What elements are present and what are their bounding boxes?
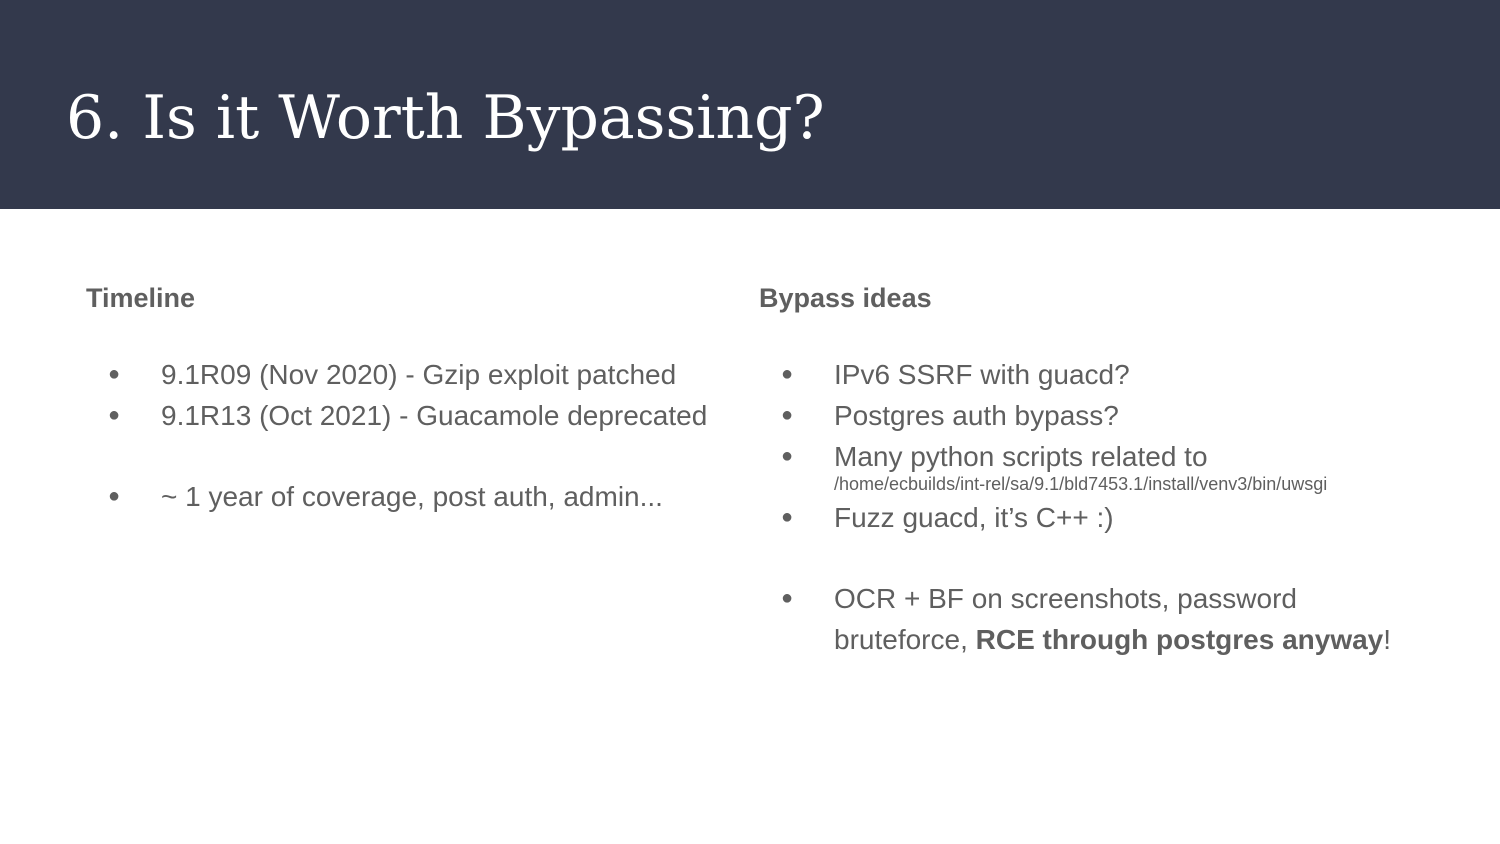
bullet-icon: ● <box>108 404 121 426</box>
bullet-icon: ● <box>108 485 121 507</box>
list-item-text: IPv6 SSRF with guacd? <box>834 359 1130 390</box>
list-item: ● OCR + BF on screenshots, password brut… <box>759 578 1459 660</box>
list-item: ● Fuzz guacd, it’s C++ :) <box>759 497 1459 538</box>
list-item: ● IPv6 SSRF with guacd? <box>759 354 1459 395</box>
list-item-text-prefix: bruteforce, <box>834 624 976 655</box>
list-item-text: ~ 1 year of coverage, post auth, admin..… <box>161 481 663 512</box>
list-item-text: 9.1R13 (Oct 2021) - Guacamole deprecated <box>161 400 708 431</box>
list-item: ● Many python scripts related to /home/e… <box>759 436 1459 497</box>
slide-title: 6. Is it Worth Bypassing? <box>66 83 825 153</box>
list-item: ● ~ 1 year of coverage, post auth, admin… <box>86 476 746 517</box>
list-item-text-suffix: ! <box>1383 624 1392 655</box>
list-item-text: Fuzz guacd, it’s C++ :) <box>834 502 1114 533</box>
timeline-column: Timeline ● 9.1R09 (Nov 2020) - Gzip expl… <box>86 282 746 517</box>
bypass-column: Bypass ideas ● IPv6 SSRF with guacd? ● P… <box>759 282 1459 660</box>
bullet-icon: ● <box>781 363 794 385</box>
timeline-list: ● 9.1R09 (Nov 2020) - Gzip exploit patch… <box>86 354 746 517</box>
bullet-icon: ● <box>781 506 794 528</box>
bullet-icon: ● <box>781 445 794 467</box>
slide: 6. Is it Worth Bypassing? Timeline ● 9.1… <box>0 0 1500 844</box>
list-item: ● Postgres auth bypass? <box>759 395 1459 436</box>
list-item-text: Many python scripts related to <box>834 441 1208 472</box>
list-item: ● 9.1R09 (Nov 2020) - Gzip exploit patch… <box>86 354 746 395</box>
list-item-text: Postgres auth bypass? <box>834 400 1119 431</box>
bullet-icon: ● <box>781 404 794 426</box>
bullet-icon: ● <box>781 587 794 609</box>
file-path: /home/ecbuilds/int-rel/sa/9.1/bld7453.1/… <box>834 474 1328 494</box>
list-item-text: OCR + BF on screenshots, password <box>834 583 1297 614</box>
timeline-heading: Timeline <box>86 283 196 313</box>
bypass-heading: Bypass ideas <box>759 283 932 313</box>
bullet-icon: ● <box>108 363 121 385</box>
title-bar: 6. Is it Worth Bypassing? <box>0 0 1500 209</box>
list-item: ● 9.1R13 (Oct 2021) - Guacamole deprecat… <box>86 395 746 436</box>
list-item-text: 9.1R09 (Nov 2020) - Gzip exploit patched <box>161 359 677 390</box>
emphasis-text: RCE through postgres anyway <box>975 624 1384 655</box>
bypass-list: ● IPv6 SSRF with guacd? ● Postgres auth … <box>759 354 1459 660</box>
